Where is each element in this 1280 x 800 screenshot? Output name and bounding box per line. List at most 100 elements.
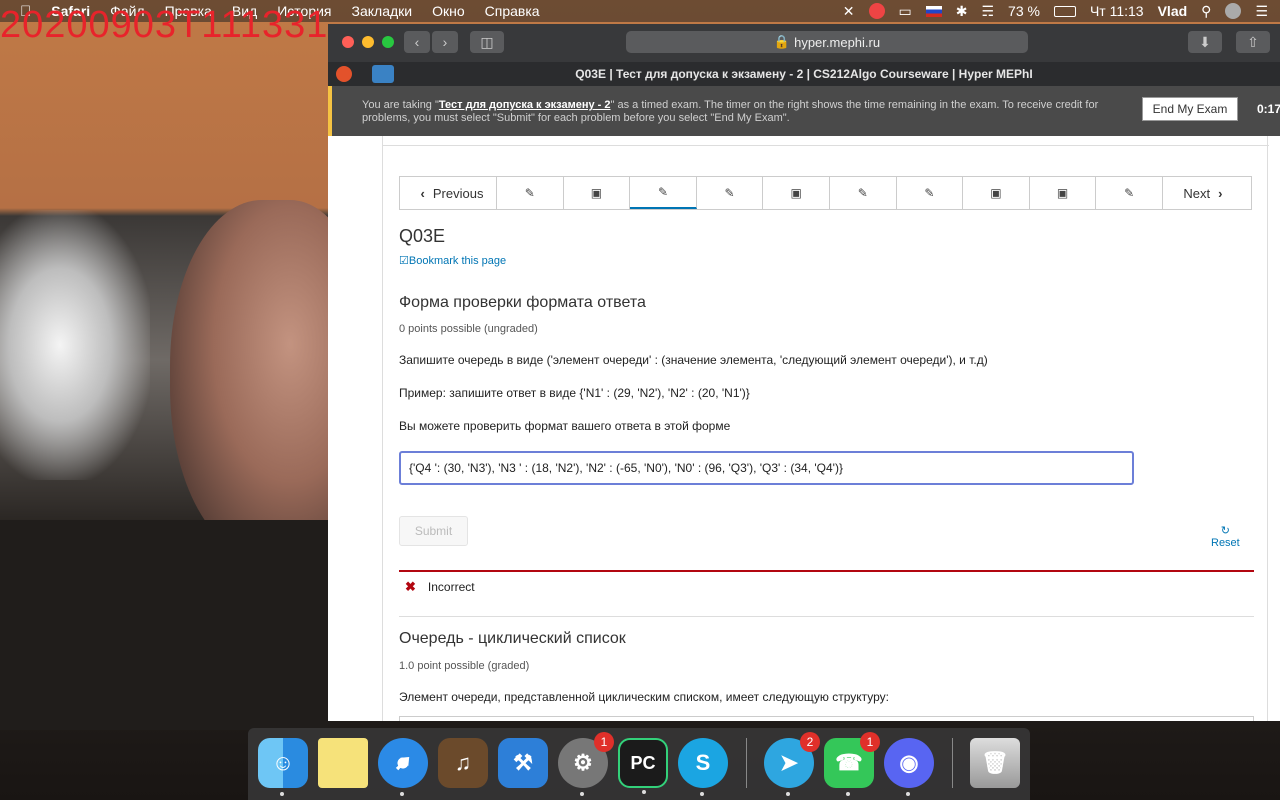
dock-separator [746,738,747,788]
finder-icon[interactable]: ☺ [258,738,308,796]
download-icon[interactable]: ⬇ [1188,31,1222,53]
running-indicator [400,792,404,796]
tab-bar: Q03E | Тест для допуска к экзамену - 2 |… [328,62,1280,86]
reset-button[interactable]: ↻ Reset [1211,524,1240,549]
menu-window[interactable]: Окно [432,3,465,19]
bookmark-icon: ☑ [399,255,409,267]
battery-text[interactable]: 73 % [1008,3,1040,19]
seq-unit-problem-3[interactable]: ✎ [830,177,897,209]
discord-icon[interactable]: ◉ [884,738,934,796]
xcode-icon[interactable]: ⚒ [498,738,548,788]
back-button[interactable]: ‹ [404,31,430,53]
edit-icon: ✎ [924,186,935,200]
end-exam-button[interactable]: End My Exam [1142,97,1238,121]
favicon-chat-icon[interactable] [372,65,394,83]
share-icon[interactable]: ⇧ [1236,31,1270,53]
running-indicator [280,792,284,796]
problem-2-title: Очередь - циклический список [399,630,626,647]
person-shirt [0,520,330,730]
bluetooth-icon[interactable]: ✱ [956,3,968,20]
edit-icon: ✎ [1124,186,1135,200]
trash-icon[interactable]: 🗑 [970,738,1020,788]
battery-icon[interactable] [1053,5,1076,17]
garageband-icon[interactable]: ♫ [438,738,488,788]
notes-icon[interactable] [318,738,368,788]
running-indicator [580,792,584,796]
tab-title[interactable]: Q03E | Тест для допуска к экзамену - 2 |… [575,67,1032,81]
book-icon: ▣ [790,186,802,200]
safari-icon[interactable]: ➚ [378,738,428,796]
close-icon: ✖ [405,579,416,594]
next-label: Next [1183,185,1211,201]
address-bar[interactable]: 🔒 hyper.mephi.ru [626,31,1028,53]
window-light [0,210,150,480]
chevron-right-icon: › [1218,185,1223,201]
edit-icon: ✎ [524,186,535,200]
edit-icon: ✎ [724,186,735,200]
clock[interactable]: Чт 11:13 [1090,3,1144,19]
book-icon: ▣ [990,186,1002,200]
chevron-left-icon: ‹ [420,185,425,201]
favicon-firefox-icon[interactable] [336,66,352,82]
exam-banner: You are taking "Тест для допуска к экзам… [328,86,1280,136]
problem-1-title: Форма проверки формата ответа [399,294,646,311]
system-preferences-icon[interactable]: ⚙ 1 [558,732,614,796]
menu-help[interactable]: Справка [485,3,540,19]
control-center-icon[interactable]: ☰ [1255,3,1268,20]
incorrect-status: ✖ Incorrect [405,579,475,595]
previous-label: Previous [432,185,484,201]
seq-unit-problem-2[interactable]: ✎ [697,177,764,209]
pycharm-icon[interactable]: PC [618,738,668,794]
seq-unit-problem-current[interactable]: ✎ [630,177,697,209]
exam-message-prefix: You are taking " [362,99,439,111]
problem-2-points: 1.0 point possible (graded) [399,660,530,672]
notification-icon[interactable] [868,3,885,19]
problem-1-text-1: Запишите очередь в виде ('элемент очеред… [399,353,988,367]
book-icon: ▣ [1056,186,1069,200]
refresh-icon: ↻ [1220,525,1230,537]
seq-unit-book-3[interactable]: ▣ [963,177,1030,209]
address-text: hyper.mephi.ru [794,34,881,50]
skype-icon[interactable]: S [678,738,728,796]
seq-unit-book-2[interactable]: ▣ [763,177,830,209]
previous-button[interactable]: ‹ Previous [400,177,497,209]
exam-name-link[interactable]: Тест для допуска к экзамену - 2 [439,99,611,111]
browser-window: ‹ › ◫ 🔒 hyper.mephi.ru ⬇ ⇧ Q03E | Тест д… [328,24,1280,721]
telegram-badge: 2 [800,732,820,752]
next-button[interactable]: Next › [1163,177,1251,209]
sidebar-icon[interactable]: ◫ [470,31,504,53]
user-name[interactable]: Vlad [1158,3,1188,19]
forward-button[interactable]: › [432,31,458,53]
lock-icon: 🔒 [773,34,791,49]
flag-icon[interactable] [925,5,942,17]
submit-button[interactable]: Submit [399,516,468,546]
facetime-icon[interactable]: ☎ 1 [824,732,880,796]
close-window-button[interactable] [342,36,354,48]
problem-1-text-3: Вы можете проверить формат вашего ответа… [399,419,731,433]
status-label: Incorrect [427,580,475,594]
course-content: ‹ Previous ✎ ▣ ✎ ✎ ▣ ✎ ✎ ▣ ▣ ✎ Next › Q0… [382,136,1269,721]
search-icon[interactable]: ⚲ [1201,3,1211,20]
menu-bookmarks[interactable]: Закладки [352,3,413,19]
seq-unit-problem-5[interactable]: ✎ [1096,177,1163,209]
seq-unit-book-4[interactable]: ▣ [1030,177,1097,209]
mute-icon[interactable]: ✕ [843,3,855,20]
breadcrumb-area [383,136,1269,146]
dock: ☺ ➚ ♫ ⚒ ⚙ 1 PC S ➤ 2 ☎ 1 ◉ 🗑 [248,728,1030,800]
wifi-icon[interactable]: ☴ [981,3,994,20]
seq-unit-problem-4[interactable]: ✎ [897,177,964,209]
minimize-window-button[interactable] [362,36,374,48]
system-preferences-badge: 1 [594,732,614,752]
bookmark-link[interactable]: ☑Bookmark this page [399,254,506,267]
seq-unit-book-1[interactable]: ▣ [564,177,631,209]
running-indicator [700,792,704,796]
answer-input[interactable] [399,451,1134,485]
running-indicator [906,792,910,796]
zoom-window-button[interactable] [382,36,394,48]
facetime-badge: 1 [860,732,880,752]
exam-message: You are taking "Тест для допуска к экзам… [362,99,1102,125]
telegram-icon[interactable]: ➤ 2 [764,732,820,796]
seq-unit-problem-1[interactable]: ✎ [497,177,564,209]
siri-icon[interactable] [1225,3,1242,19]
screen-icon[interactable]: ▭ [899,3,912,20]
